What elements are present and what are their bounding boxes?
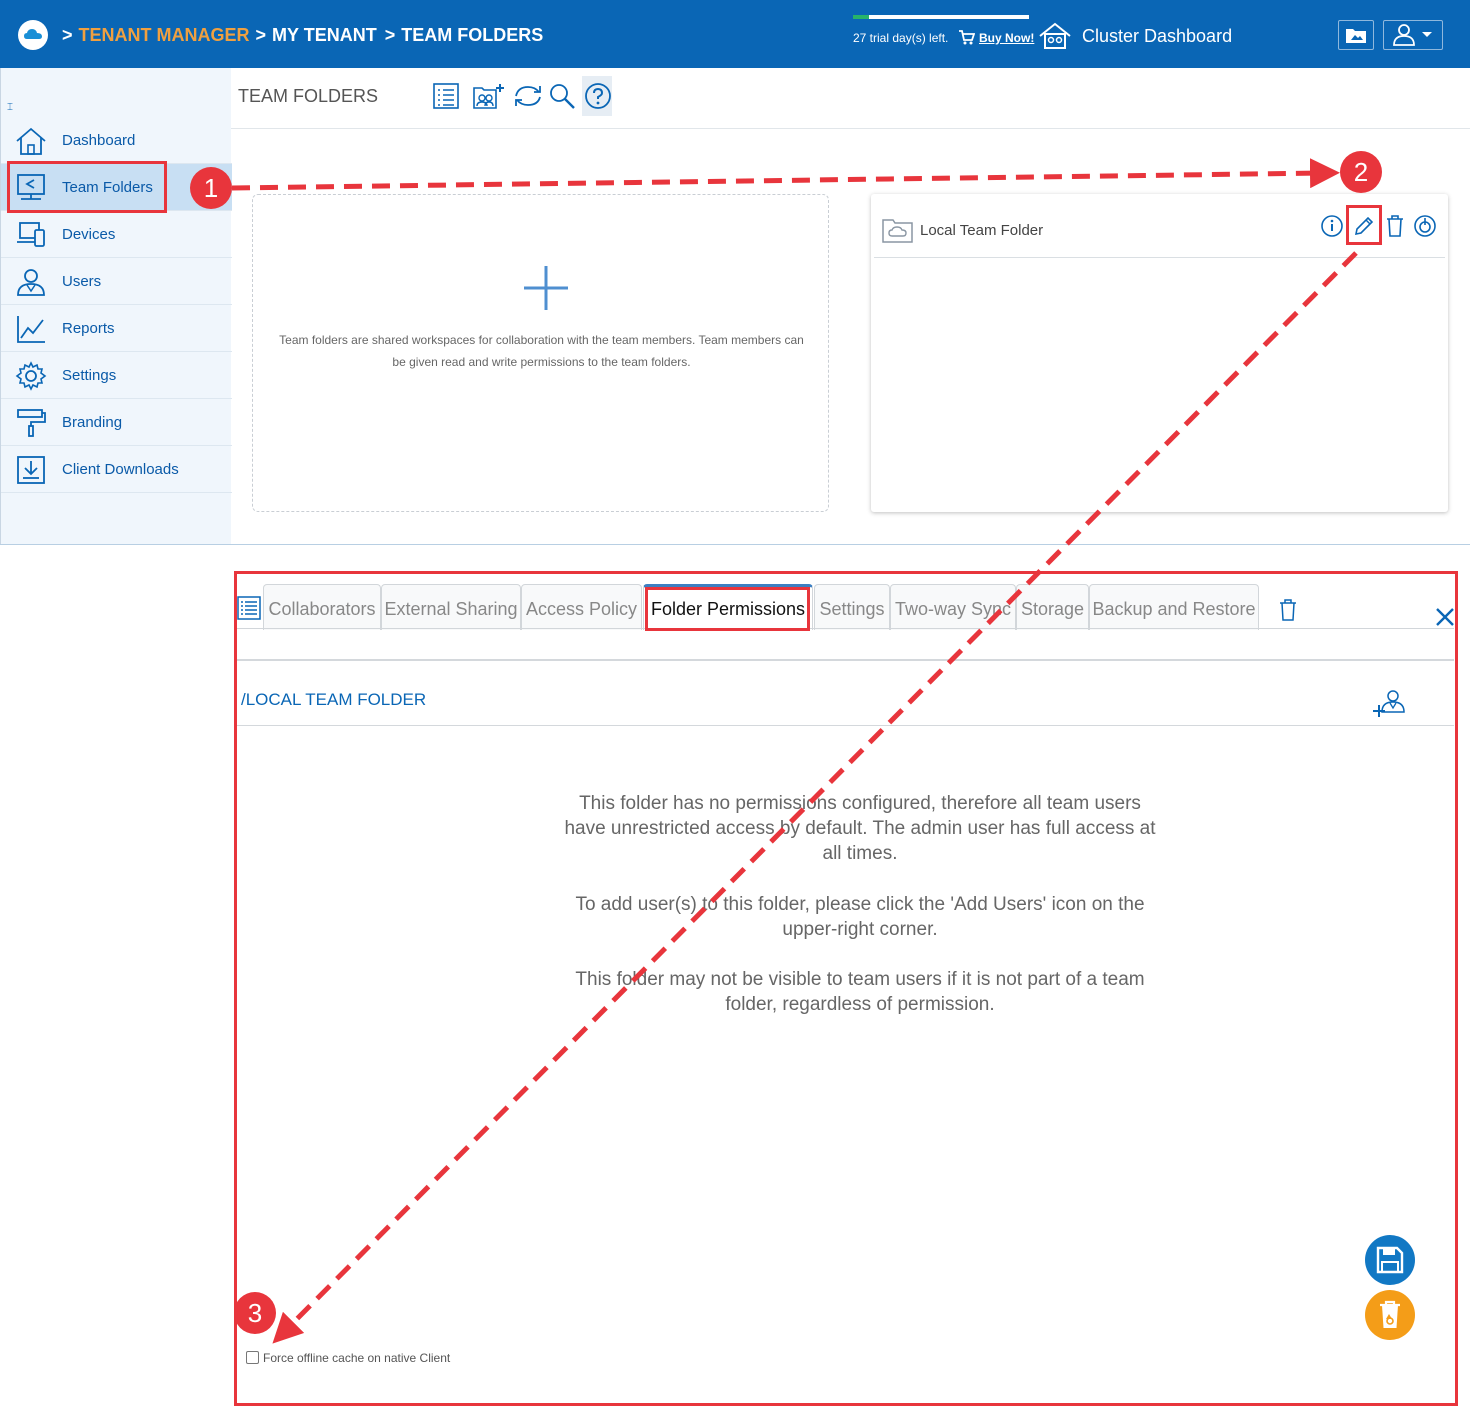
download-icon — [17, 456, 45, 484]
breadcrumb-separator: > — [62, 25, 73, 45]
info-icon[interactable] — [1320, 214, 1344, 238]
sidebar-item-users[interactable]: Users — [1, 258, 232, 305]
sidebar-item-label: Devices — [62, 226, 116, 243]
sidebar-item-label: Users — [62, 273, 102, 290]
list-view-icon[interactable] — [432, 82, 460, 110]
sync-icon[interactable] — [512, 82, 544, 110]
sidebar-item-label: Dashboard — [62, 132, 136, 149]
sidebar-item-reports[interactable]: Reports — [1, 305, 232, 352]
sidebar-item-label: Settings — [62, 367, 117, 384]
cart-icon[interactable] — [958, 30, 976, 50]
top-bar: > TENANT MANAGER > MY TENANT > TEAM FOLDERS 2… — [0, 0, 1470, 68]
settings-gear-icon — [15, 361, 47, 391]
user-icon — [1393, 24, 1415, 46]
annotation-arrow-1-to-2 — [231, 158, 1340, 191]
team-folder-name[interactable]: Local Team Folder — [920, 222, 1043, 239]
divider — [231, 128, 1470, 129]
divider — [0, 544, 1470, 545]
devices-icon — [17, 222, 45, 247]
breadcrumb-tenant-manager[interactable]: TENANT MANAGER — [79, 25, 250, 45]
help-icon[interactable] — [584, 82, 612, 110]
step-badge-3: 3 — [234, 1292, 276, 1334]
sidebar: ⌶ Dashboard Team Folders Devices Users R… — [0, 68, 232, 544]
sidebar-item-label: Client Downloads — [62, 461, 179, 478]
screen: { "header": { "breadcrumb_sep": ">", "cr… — [0, 0, 1470, 1425]
sidebar-toggle-icon[interactable]: ⌶ — [7, 102, 13, 113]
user-menu-button[interactable] — [1383, 20, 1443, 50]
delete-trash-icon[interactable] — [1384, 214, 1406, 238]
annotation-box-panel — [234, 571, 1458, 1406]
branding-roller-icon — [17, 409, 46, 437]
breadcrumb-separator: > — [384, 25, 396, 45]
cluster-dashboard-icon[interactable] — [1038, 22, 1072, 55]
add-team-folder-icon[interactable] — [472, 82, 506, 110]
breadcrumb: > TENANT MANAGER > MY TENANT > TEAM FOLDERS — [62, 25, 551, 46]
step-badge-2: 2 — [1340, 151, 1382, 193]
trial-progress-bar — [853, 15, 1029, 19]
trial-progress-fill — [853, 15, 869, 19]
breadcrumb-my-tenant[interactable]: MY TENANT — [272, 25, 377, 45]
add-card-description: Team folders are shared workspaces for c… — [279, 333, 804, 369]
folder-icon — [1346, 29, 1366, 43]
trial-days-text: 27 trial day(s) left. — [853, 31, 949, 45]
app-logo-icon[interactable] — [18, 20, 48, 50]
buy-now-link[interactable]: Buy Now! — [979, 31, 1034, 45]
sidebar-item-devices[interactable]: Devices — [1, 211, 232, 258]
plus-icon[interactable] — [523, 265, 569, 311]
step-badge-1: 1 — [190, 167, 232, 209]
search-icon[interactable] — [548, 82, 576, 110]
sidebar-item-label: Reports — [62, 320, 115, 337]
add-team-folder-card[interactable]: Team folders are shared workspaces for c… — [252, 194, 829, 512]
sidebar-item-settings[interactable]: Settings — [1, 352, 232, 399]
cloud-folder-icon — [882, 219, 913, 243]
users-icon — [17, 269, 45, 296]
annotation-box-edit — [1346, 205, 1382, 245]
home-icon — [16, 127, 46, 155]
file-browser-button[interactable] — [1338, 20, 1374, 50]
backup-icon[interactable] — [1413, 214, 1437, 238]
reports-icon — [17, 316, 45, 343]
annotation-box-team-folders — [7, 161, 167, 213]
sidebar-item-branding[interactable]: Branding — [1, 399, 232, 446]
sidebar-item-client-downloads[interactable]: Client Downloads — [1, 446, 232, 493]
chevron-down-icon — [1422, 32, 1432, 37]
sidebar-item-label: Branding — [62, 414, 123, 431]
breadcrumb-team-folders: TEAM FOLDERS — [401, 25, 544, 45]
divider — [874, 257, 1445, 258]
sidebar-item-dashboard[interactable]: Dashboard — [1, 117, 232, 164]
cluster-dashboard-link[interactable]: Cluster Dashboard — [1082, 26, 1232, 47]
breadcrumb-separator: > — [255, 25, 267, 45]
page-title: TEAM FOLDERS — [238, 86, 379, 106]
